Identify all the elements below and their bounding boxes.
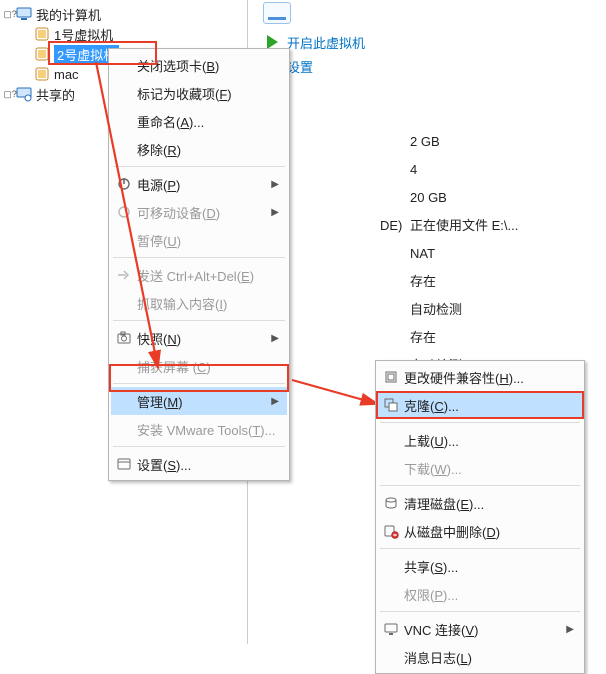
- info-file: 正在使用文件 E:\...: [410, 218, 518, 233]
- menu-separator: [380, 422, 580, 423]
- submenu-clean-disk[interactable]: 清理磁盘(E)...: [378, 489, 582, 517]
- hardware-icon: [378, 369, 404, 385]
- shared-icon: [16, 86, 32, 102]
- submenu-hw-compat[interactable]: 更改硬件兼容性(H)...: [378, 363, 582, 391]
- submenu-delete-from-disk[interactable]: 从磁盘中删除(D): [378, 517, 582, 545]
- menu-separator: [113, 446, 285, 447]
- menu-separator: [113, 320, 285, 321]
- vm-context-menu: 关闭选项卡(B) 标记为收藏项(F) 重命名(A)... 移除(R) 电源(P)…: [108, 48, 290, 481]
- menu-separator: [380, 611, 580, 612]
- tree-item-label: mac: [54, 67, 79, 82]
- disk-clean-icon: [378, 495, 404, 511]
- menu-remove[interactable]: 移除(R): [111, 135, 287, 163]
- submenu-arrow-icon: ▶: [566, 624, 574, 635]
- submenu-upload[interactable]: 上载(U)...: [378, 426, 582, 454]
- info-cpu: 4: [410, 156, 518, 184]
- vm-info-list: 2 GB 4 20 GB DE) 正在使用文件 E:\... NAT 存在 自动…: [410, 128, 518, 380]
- vnc-icon: [378, 621, 404, 637]
- start-vm-link[interactable]: 开启此虚拟机: [263, 30, 606, 54]
- settings-icon: [111, 456, 137, 472]
- collapse-icon[interactable]: ▢?: [4, 89, 16, 100]
- start-vm-label: 开启此虚拟机: [287, 33, 365, 52]
- menu-capture-input[interactable]: 抓取输入内容(I): [111, 289, 287, 317]
- vm-thumbnail-icon: [263, 2, 291, 24]
- submenu-arrow-icon: ▶: [271, 396, 279, 407]
- info-de-suffix: DE): [380, 212, 402, 240]
- info-network: NAT: [410, 240, 518, 268]
- info-present2: 存在: [410, 324, 518, 352]
- power-icon: [111, 176, 137, 192]
- tree-item-label: 1号虚拟机: [54, 25, 113, 44]
- menu-send-keys[interactable]: 发送 Ctrl+Alt+Del(E): [111, 261, 287, 289]
- clone-icon: [378, 397, 404, 413]
- vm-icon: [34, 26, 50, 42]
- device-icon: [111, 204, 137, 220]
- vm-settings-link[interactable]: 设置: [263, 54, 606, 78]
- submenu-arrow-icon: ▶: [271, 179, 279, 190]
- menu-separator: [380, 548, 580, 549]
- submenu-arrow-icon: ▶: [271, 207, 279, 218]
- menu-removable-devices[interactable]: 可移动设备(D) ▶: [111, 198, 287, 226]
- computer-icon: [16, 6, 32, 22]
- snapshot-icon: [111, 330, 137, 346]
- menu-power[interactable]: 电源(P) ▶: [111, 170, 287, 198]
- submenu-share[interactable]: 共享(S)...: [378, 552, 582, 580]
- menu-close-tab[interactable]: 关闭选项卡(B): [111, 51, 287, 79]
- submenu-message-log[interactable]: 消息日志(L): [378, 643, 582, 671]
- vm-summary-pane: 开启此虚拟机 设置: [249, 0, 606, 78]
- send-icon: [111, 267, 137, 283]
- menu-separator: [113, 166, 285, 167]
- menu-snapshot[interactable]: 快照(N) ▶: [111, 324, 287, 352]
- menu-capture-screen[interactable]: 捕获屏幕 (C): [111, 352, 287, 380]
- menu-settings[interactable]: 设置(S)...: [111, 450, 287, 478]
- menu-favorite[interactable]: 标记为收藏项(F): [111, 79, 287, 107]
- tree-root-label: 我的计算机: [36, 5, 101, 24]
- play-icon: [263, 35, 281, 49]
- tree-shared-label: 共享的: [36, 85, 75, 104]
- submenu-clone[interactable]: 克隆(C)...: [378, 391, 582, 419]
- submenu-arrow-icon: ▶: [271, 333, 279, 344]
- submenu-vnc[interactable]: VNC 连接(V) ▶: [378, 615, 582, 643]
- menu-install-tools[interactable]: 安装 VMware Tools(T)...: [111, 415, 287, 443]
- menu-pause[interactable]: 暂停(U): [111, 226, 287, 254]
- submenu-permission[interactable]: 权限(P)...: [378, 580, 582, 608]
- menu-rename[interactable]: 重命名(A)...: [111, 107, 287, 135]
- info-memory: 2 GB: [410, 128, 518, 156]
- menu-separator: [113, 383, 285, 384]
- menu-separator: [380, 485, 580, 486]
- info-disk: 20 GB: [410, 184, 518, 212]
- vm-icon: [34, 46, 50, 62]
- info-present: 存在: [410, 268, 518, 296]
- submenu-download[interactable]: 下载(W)...: [378, 454, 582, 482]
- menu-separator: [113, 257, 285, 258]
- collapse-icon[interactable]: ▢?: [4, 9, 16, 20]
- manage-submenu: 更改硬件兼容性(H)... 克隆(C)... 上载(U)... 下载(W)...…: [375, 360, 585, 674]
- menu-manage[interactable]: 管理(M) ▶: [111, 387, 287, 415]
- info-autodetect: 自动检测: [410, 296, 518, 324]
- delete-icon: [378, 523, 404, 539]
- vm-settings-label: 设置: [287, 57, 313, 76]
- vm-icon: [34, 66, 50, 82]
- tree-root-row[interactable]: ▢? 我的计算机: [0, 4, 247, 24]
- tree-item-vm1[interactable]: 1号虚拟机: [0, 24, 247, 44]
